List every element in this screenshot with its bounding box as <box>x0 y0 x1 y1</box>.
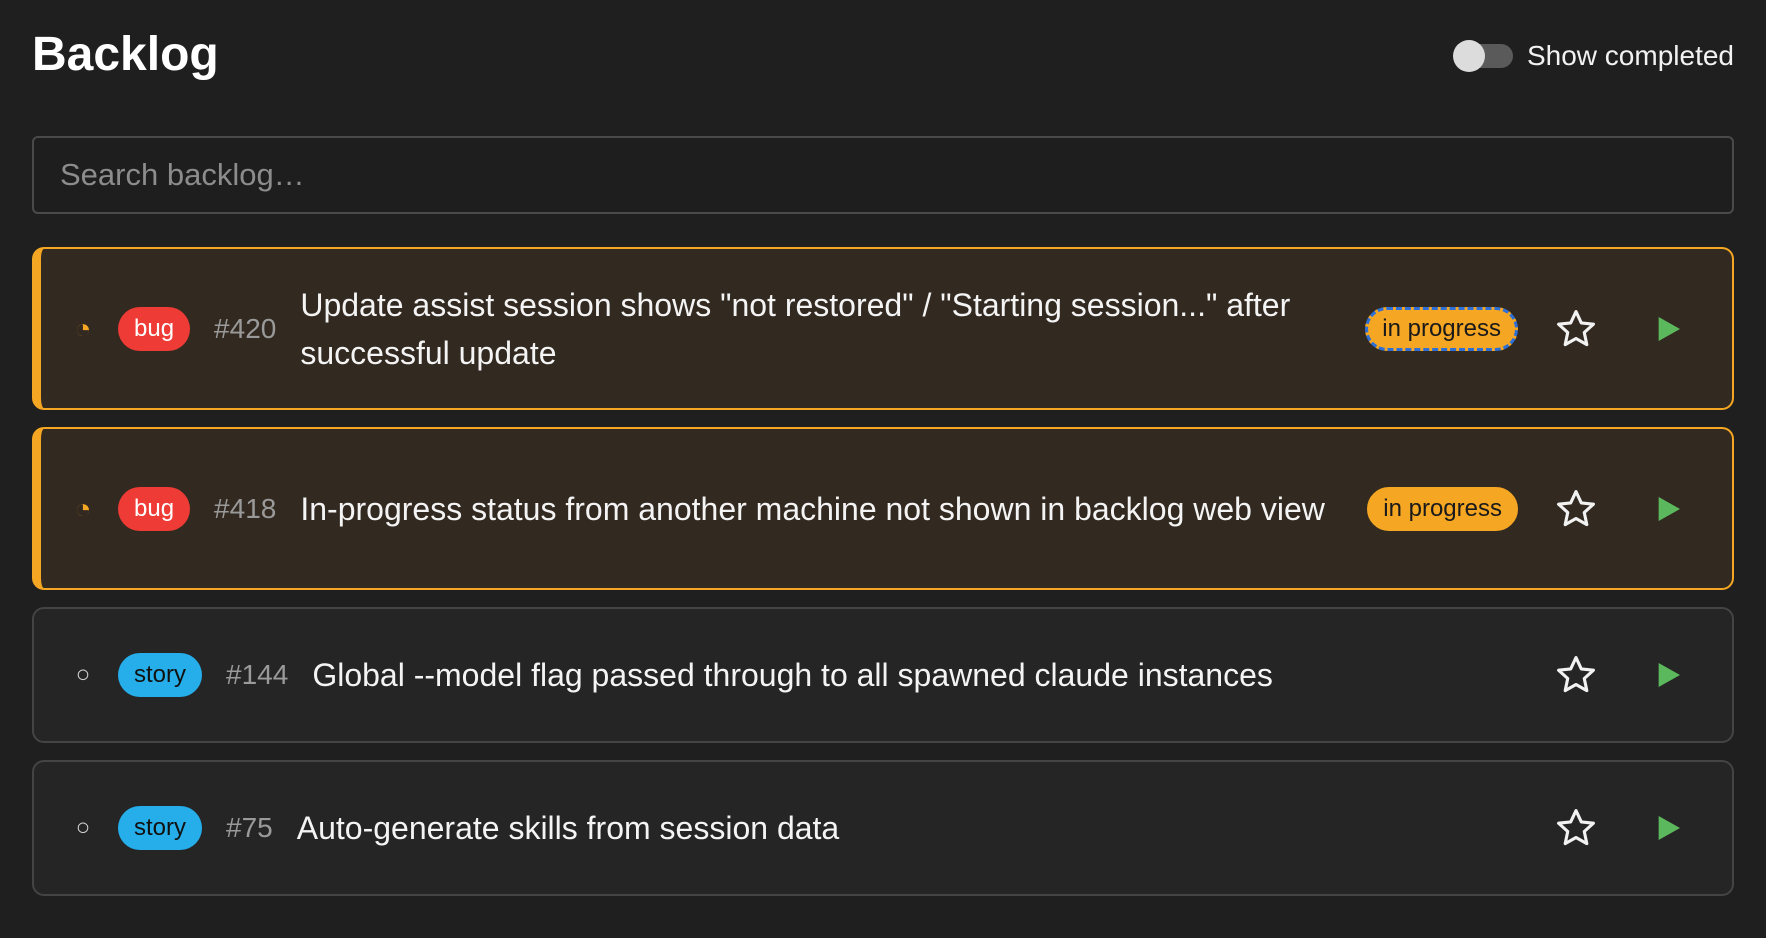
story-tag: story <box>118 653 203 697</box>
show-completed-control[interactable]: Show completed <box>1452 40 1734 72</box>
item-id: #75 <box>226 812 273 843</box>
backlog-item-144[interactable]: ○ story #144 Global --model flag passed … <box>32 607 1734 743</box>
show-completed-label[interactable]: Show completed <box>1527 40 1734 72</box>
page-header: Backlog Show completed <box>32 0 1734 112</box>
status-in-progress-icon: ◔ <box>74 492 92 524</box>
status-open-icon: ○ <box>75 814 91 841</box>
play-icon[interactable] <box>1648 808 1688 848</box>
page-title: Backlog <box>32 28 219 81</box>
item-id: #418 <box>214 492 277 524</box>
star-icon[interactable] <box>1554 806 1598 850</box>
status-open-icon: ○ <box>75 661 91 688</box>
item-title[interactable]: Update assist session shows "not restore… <box>300 281 1365 377</box>
item-title[interactable]: In-progress status from another machine … <box>300 485 1367 533</box>
backlog-item-75[interactable]: ○ story #75 Auto-generate skills from se… <box>32 760 1734 896</box>
play-icon[interactable] <box>1648 655 1688 695</box>
story-tag: story <box>118 806 203 850</box>
show-completed-toggle[interactable] <box>1452 40 1513 72</box>
item-title[interactable]: Auto-generate skills from session data <box>297 804 1554 852</box>
star-icon[interactable] <box>1554 307 1598 351</box>
status-badge[interactable]: in progress <box>1367 486 1518 531</box>
star-icon[interactable] <box>1554 487 1598 531</box>
star-icon[interactable] <box>1554 653 1598 697</box>
backlog-item-420[interactable]: ◔ bug #420 Update assist session shows "… <box>32 247 1734 410</box>
backlog-page: Backlog Show completed <box>0 0 1766 112</box>
search-input[interactable] <box>32 136 1734 214</box>
status-badge[interactable]: in progress <box>1365 306 1518 351</box>
item-title[interactable]: Global --model flag passed through to al… <box>312 651 1554 699</box>
play-icon[interactable] <box>1648 309 1688 349</box>
play-icon[interactable] <box>1648 489 1688 529</box>
toggle-knob <box>1452 40 1485 72</box>
backlog-item-418[interactable]: ◔ bug #418 In-progress status from anoth… <box>32 427 1734 590</box>
bug-tag: bug <box>118 306 191 351</box>
item-id: #144 <box>226 659 289 690</box>
bug-tag: bug <box>118 486 191 531</box>
status-in-progress-icon: ◔ <box>74 312 92 344</box>
item-id: #420 <box>214 312 277 344</box>
